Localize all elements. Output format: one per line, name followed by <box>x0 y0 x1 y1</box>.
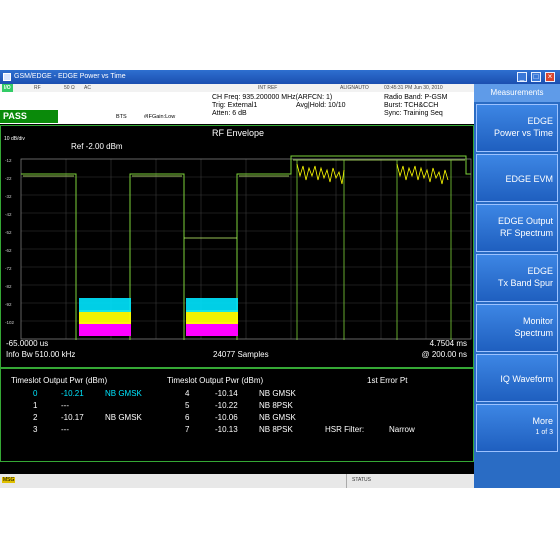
key-label: Tx Band Spur <box>497 278 553 288</box>
softkey-menu-title: Measurements <box>474 84 560 102</box>
title-bar: GSM/EDGE - EDGE Power vs Time _ □ × <box>0 70 560 84</box>
key-label: EDGE <box>527 116 553 126</box>
slot-power: -10.17 <box>61 413 84 422</box>
samples-label: 24077 Samples <box>213 350 269 359</box>
impedance-label: 50 Ω <box>64 85 75 91</box>
app-icon <box>3 73 11 81</box>
ramp-edges <box>296 160 452 340</box>
slot-modulation: NB GMSK <box>105 413 142 422</box>
burst-label: Burst: TCH&CCH <box>384 102 439 109</box>
rf-envelope-graph: RF Envelope 10 dB/div Ref -2.00 dBm -12 … <box>0 125 474 368</box>
slot-number: 6 <box>185 413 190 422</box>
avg-hold-label: Avg|Hold: 10/10 <box>296 102 346 109</box>
monitor-spectrum-key[interactable]: Monitor Spectrum <box>476 304 558 352</box>
noise-yellow <box>186 310 238 324</box>
slot-power: -10.06 <box>215 413 238 422</box>
slot-modulation: NB 8PSK <box>259 401 293 410</box>
slot-power: --- <box>61 425 69 434</box>
status-row: I/O RF 50 Ω AC INT REF ALIGNAUTO 03:45:3… <box>0 84 474 92</box>
slot-modulation: NB GMSK <box>259 413 296 422</box>
trigger-label: Trig: External1 <box>212 102 258 109</box>
table-header: 1st Error Pt <box>367 376 408 385</box>
key-label: Spectrum <box>514 328 553 338</box>
hsr-filter-value: Narrow <box>389 425 415 434</box>
coupling-label: AC <box>84 85 91 91</box>
softkey-panel: Measurements EDGE Power vs Time EDGE EVM… <box>474 84 560 488</box>
slot-power: -10.22 <box>215 401 238 410</box>
start-time-label: -65.0000 us <box>6 339 49 348</box>
more-key[interactable]: More 1 of 3 <box>476 404 558 452</box>
key-label: 1 of 3 <box>535 429 553 436</box>
table-header: Timeslot Output Pwr (dBm) <box>167 376 264 385</box>
key-label: Monitor <box>522 316 553 326</box>
key-label: More <box>532 416 553 426</box>
atten-label: Atten: 6 dB <box>212 110 247 117</box>
timeslot-table: Timeslot Output Pwr (dBm) Timeslot Outpu… <box>0 368 474 462</box>
align-label: ALIGNAUTO <box>340 85 369 91</box>
hsr-filter-label: HSR Filter: <box>325 425 365 434</box>
noise-magenta <box>79 322 131 336</box>
stop-time-label: 4.7504 ms <box>429 339 467 348</box>
slot-power: -10.13 <box>215 425 238 434</box>
sync-label: Sync: Training Seq <box>384 110 443 117</box>
slot-number: 5 <box>185 401 190 410</box>
measurement-info: PASS BTS #IFGain:Low CH Freq: 935.200000… <box>0 92 474 124</box>
slot-power: --- <box>61 401 69 410</box>
io-indicator: I/O <box>2 84 13 92</box>
msg-indicator[interactable]: MSG <box>2 477 16 483</box>
restore-button[interactable]: □ <box>531 72 541 82</box>
plot-area <box>20 155 472 340</box>
noise-cyan <box>79 298 131 312</box>
ch-freq-label: CH Freq: 935.200000 MHz(ARFCN: 1) <box>212 94 333 101</box>
status-indicator[interactable]: STATUS <box>352 477 371 483</box>
noise-cyan <box>186 298 238 312</box>
if-gain-label: #IFGain:Low <box>144 114 176 120</box>
bts-label: BTS <box>116 114 127 120</box>
noise-yellow <box>79 310 131 324</box>
radio-band-label: Radio Band: P-GSM <box>384 94 448 101</box>
key-label: EDGE Output <box>497 216 553 226</box>
slot-power: -10.21 <box>61 389 84 398</box>
iq-waveform-key[interactable]: IQ Waveform <box>476 354 558 402</box>
key-label: EDGE <box>527 266 553 276</box>
key-label: RF Spectrum <box>499 228 553 238</box>
slot-number: 3 <box>33 425 38 434</box>
edge-power-vs-time-key[interactable]: EDGE Power vs Time <box>476 104 558 152</box>
minimize-button[interactable]: _ <box>517 72 527 82</box>
edge-tx-band-spur-key[interactable]: EDGE Tx Band Spur <box>476 254 558 302</box>
edge-output-rf-spectrum-key[interactable]: EDGE Output RF Spectrum <box>476 204 558 252</box>
bottom-status-bar: MSG STATUS <box>0 474 474 488</box>
slot-modulation: NB 8PSK <box>259 425 293 434</box>
slot-number: 1 <box>33 401 38 410</box>
rf-input-label: RF <box>34 85 41 91</box>
slot-number: 2 <box>33 413 38 422</box>
slot-modulation: NB GMSK <box>105 389 142 398</box>
close-button[interactable]: × <box>545 72 555 82</box>
edge-evm-key[interactable]: EDGE EVM <box>476 154 558 202</box>
int-ref-label: INT REF <box>258 85 278 91</box>
slot-number: 0 <box>33 389 38 398</box>
analyzer-window: GSM/EDGE - EDGE Power vs Time _ □ × I/O … <box>0 70 560 488</box>
pass-badge: PASS <box>0 110 58 123</box>
slot-number: 4 <box>185 389 190 398</box>
info-bw-label: Info Bw 510.00 kHz <box>6 350 76 359</box>
window-title: GSM/EDGE - EDGE Power vs Time <box>14 73 126 80</box>
datetime-label: 03:45:31 PM Jun 30, 2010 <box>384 85 443 91</box>
slot-modulation: NB GMSK <box>259 389 296 398</box>
noise-magenta <box>186 322 238 336</box>
slot-number: 7 <box>185 425 190 434</box>
resolution-label: @ 200.00 ns <box>421 350 467 359</box>
8psk-envelope <box>296 163 449 185</box>
key-label: IQ Waveform <box>500 374 553 384</box>
key-label: Power vs Time <box>493 128 553 138</box>
table-header: Timeslot Output Pwr (dBm) <box>11 376 108 385</box>
key-label: EDGE EVM <box>505 174 553 184</box>
slot-power: -10.14 <box>215 389 238 398</box>
